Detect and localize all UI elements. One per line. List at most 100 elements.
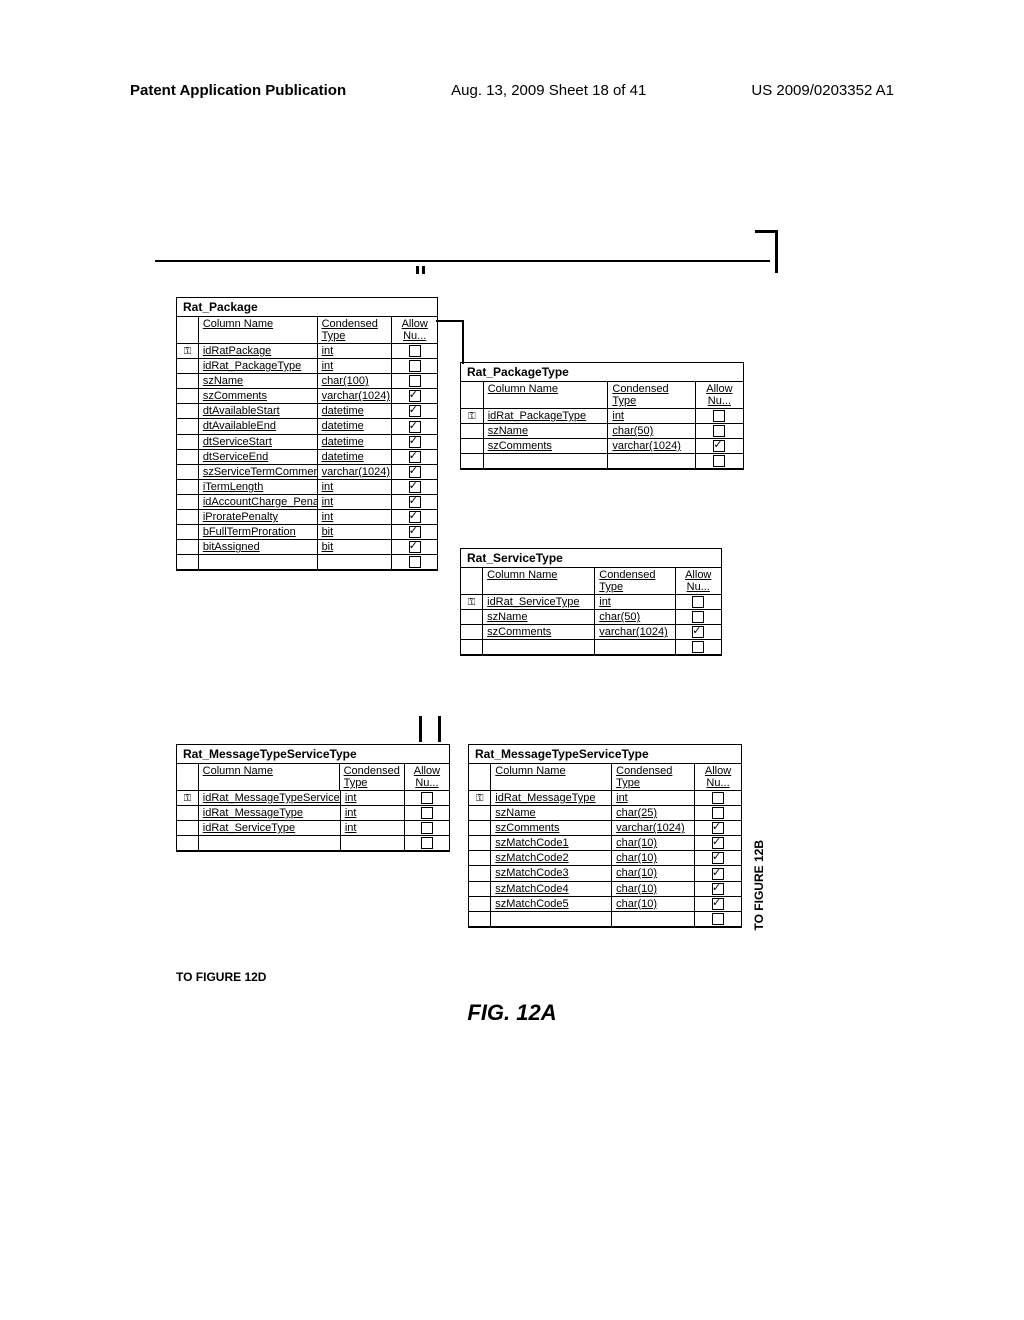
checkbox-icon [421, 792, 433, 804]
checkbox-icon [409, 526, 421, 538]
checkbox-icon [712, 913, 724, 925]
table-title: Rat_Package [177, 298, 437, 317]
table-row: dtServiceEnd datetime [177, 450, 437, 465]
checkbox-icon [712, 852, 724, 864]
table-title: Rat_MessageTypeServiceType [177, 745, 449, 764]
table-header-row: Column Name Condensed Type Allow Nu... [177, 764, 449, 791]
frame-right [768, 260, 770, 975]
checkbox-icon [409, 541, 421, 553]
checkbox-icon [409, 466, 421, 478]
checkbox-icon [713, 455, 725, 467]
checkbox-icon [692, 626, 704, 638]
table-row [461, 454, 743, 469]
table-row [177, 836, 449, 851]
table-row: dtAvailableEnd datetime [177, 419, 437, 434]
table-row: szMatchCode3 char(10) [469, 866, 741, 881]
checkbox-icon [712, 898, 724, 910]
table-row: szMatchCode2 char(10) [469, 851, 741, 866]
frame-top [155, 260, 770, 262]
table-row [469, 912, 741, 927]
checkbox-icon [409, 405, 421, 417]
table-row: szName char(50) [461, 424, 743, 439]
frame-bracket-tr [755, 230, 778, 273]
checkbox-icon [712, 807, 724, 819]
table-row: idRat_PackageType int [461, 409, 743, 424]
key-icon [476, 792, 484, 804]
checkbox-icon [712, 868, 724, 880]
table-title: Rat_ServiceType [461, 549, 721, 568]
table-row: idRat_MessageType int [177, 806, 449, 821]
connector [419, 716, 422, 742]
connector [416, 266, 419, 274]
ref-figure-12d: TO FIGURE 12D [176, 970, 266, 984]
checkbox-icon [692, 641, 704, 653]
table-row [177, 555, 437, 570]
table-header-row: Column Name Condensed Type Allow Nu... [461, 568, 721, 595]
page-header: Patent Application Publication Aug. 13, … [0, 82, 1024, 99]
checkbox-icon [409, 421, 421, 433]
checkbox-icon [421, 837, 433, 849]
table-row: szMatchCode1 char(10) [469, 836, 741, 851]
checkbox-icon [409, 511, 421, 523]
checkbox-icon [712, 883, 724, 895]
checkbox-icon [421, 822, 433, 834]
key-icon [468, 596, 476, 608]
table-row: bitAssigned bit [177, 540, 437, 555]
checkbox-icon [409, 436, 421, 448]
table-row: idRat_ServiceType int [461, 595, 721, 610]
table-header-row: Column Name Condensed Type Allow Nu... [469, 764, 741, 791]
table-row: szName char(50) [461, 610, 721, 625]
checkbox-icon [712, 792, 724, 804]
checkbox-icon [692, 611, 704, 623]
table-rat-msgst-left: Rat_MessageTypeServiceType Column Name C… [176, 744, 450, 852]
table-title: Rat_PackageType [461, 363, 743, 382]
connector [438, 716, 441, 742]
table-row: idRat_MessageType int [469, 791, 741, 806]
table-row: idRat_MessageTypeServiceType int [177, 791, 449, 806]
table-row: dtServiceStart datetime [177, 435, 437, 450]
key-icon [468, 410, 476, 422]
checkbox-icon [409, 390, 421, 402]
checkbox-icon [712, 837, 724, 849]
table-row: idAccountCharge_Penalty int [177, 495, 437, 510]
table-rat-msgst-right: Rat_MessageTypeServiceType Column Name C… [468, 744, 742, 928]
checkbox-icon [409, 496, 421, 508]
connector [422, 266, 425, 274]
table-row: idRat_ServiceType int [177, 821, 449, 836]
checkbox-icon [409, 556, 421, 568]
table-header-row: Column Name Condensed Type Allow Nu... [461, 382, 743, 409]
checkbox-icon [409, 451, 421, 463]
table-row: iProratePenalty int [177, 510, 437, 525]
table-row: iTermLength int [177, 480, 437, 495]
header-left: Patent Application Publication [130, 82, 346, 99]
table-row: idRat_PackageType int [177, 359, 437, 374]
table-row: szComments varchar(1024) [177, 389, 437, 404]
checkbox-icon [421, 807, 433, 819]
key-icon [184, 345, 192, 357]
table-header-row: Column Name Condensed Type Allow Nu... [177, 317, 437, 344]
table-title: Rat_MessageTypeServiceType [469, 745, 741, 764]
table-row: szMatchCode4 char(10) [469, 882, 741, 897]
table-rat-package: Rat_Package Column Name Condensed Type A… [176, 297, 438, 571]
table-row [461, 640, 721, 655]
key-icon [184, 792, 192, 804]
table-rat-servicetype: Rat_ServiceType Column Name Condensed Ty… [460, 548, 722, 656]
table-row: szName char(100) [177, 374, 437, 389]
checkbox-icon [409, 375, 421, 387]
ref-figure-12b: TO FIGURE 12B [752, 840, 766, 930]
checkbox-icon [713, 410, 725, 422]
connector [436, 320, 464, 322]
table-row: dtAvailableStart datetime [177, 404, 437, 419]
table-row: szName char(25) [469, 806, 741, 821]
figure-caption: FIG. 12A [0, 1000, 1024, 1026]
table-row: szComments varchar(1024) [461, 625, 721, 640]
checkbox-icon [409, 481, 421, 493]
checkbox-icon [713, 440, 725, 452]
checkbox-icon [409, 345, 421, 357]
connector [462, 320, 464, 364]
checkbox-icon [712, 822, 724, 834]
checkbox-icon [713, 425, 725, 437]
table-row: szServiceTermComments varchar(1024) [177, 465, 437, 480]
checkbox-icon [692, 596, 704, 608]
table-rat-packagetype: Rat_PackageType Column Name Condensed Ty… [460, 362, 744, 470]
